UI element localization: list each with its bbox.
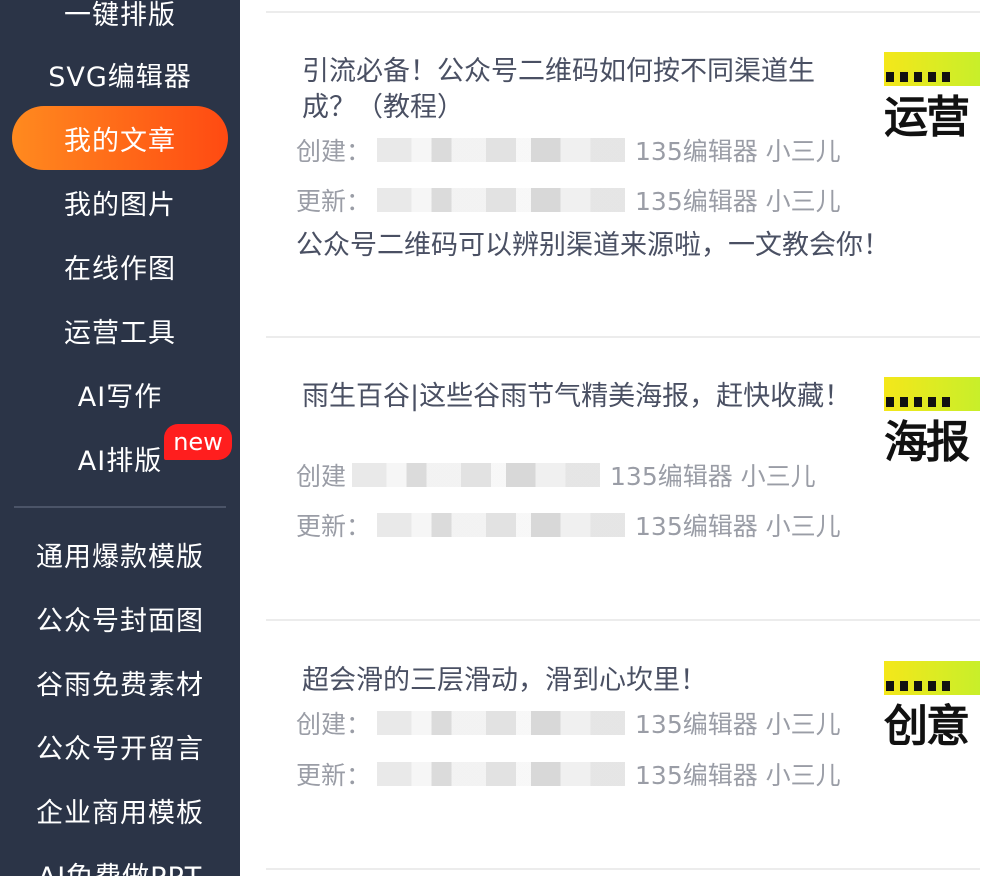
article-title[interactable]: 超会滑的三层滑动，滑到心坎里！ [302,663,862,699]
article-item[interactable]: 雨生百谷|这些谷雨节气精美海报，赶快收藏！ 创建 135编辑器 小三儿 更新： … [266,377,980,577]
list-divider [266,619,980,621]
sidebar-item-my-images[interactable]: 我的图片 [0,174,240,230]
article-created: 创建 135编辑器 小三儿 [296,458,816,492]
sidebar-item-ai-writing[interactable]: AI写作 [0,366,240,422]
article-summary: 公众号二维码可以辨别渠道来源啦，一文教会你！ [296,230,890,261]
article-item[interactable]: 引流必备！公众号二维码如何按不同渠道生成？（教程） 创建： 135编辑器 小三儿… [266,52,980,292]
sidebar-item-label: 一键排版 [64,0,176,31]
article-author: 135编辑器 小三儿 [635,187,841,216]
sidebar-item-label: 我的文章 [64,125,176,157]
blurred-date [377,138,626,162]
thumbnail-text: 运营 [884,92,970,143]
thumbnail-text: 创意 [884,701,970,752]
sidebar-item-label: AI免费做PPT [38,855,203,876]
blurred-date [377,513,626,537]
updated-label: 更新： [296,761,372,790]
article-updated: 更新： 135编辑器 小三儿 [296,183,841,217]
article-title[interactable]: 引流必备！公众号二维码如何按不同渠道生成？（教程） [302,54,862,126]
article-updated: 更新： 135编辑器 小三儿 [296,508,841,542]
article-author: 135编辑器 小三儿 [635,137,841,166]
list-divider [266,868,980,870]
article-title[interactable]: 雨生百谷|这些谷雨节气精美海报，赶快收藏！ [302,379,862,415]
thumbnail-text: 海报 [884,417,970,468]
blurred-date [377,711,626,735]
updated-label: 更新： [296,187,372,216]
sidebar-item-operation-tools[interactable]: 运营工具 [0,302,240,358]
article-author: 135编辑器 小三儿 [635,512,841,541]
list-divider [266,336,980,338]
sidebar-item-label: 谷雨免费素材 [36,669,204,701]
sidebar-item-popular-templates[interactable]: 通用爆款模版 [0,526,240,582]
article-author: 135编辑器 小三儿 [610,462,816,491]
sidebar: 一键排版 SVG编辑器 我的文章 我的图片 在线作图 运营工具 AI写作 AI排… [0,0,240,876]
blurred-date [377,188,626,212]
created-label: 创建 [296,462,347,491]
sidebar-item-online-drawing[interactable]: 在线作图 [0,238,240,294]
article-updated: 更新： 135编辑器 小三儿 [296,757,841,791]
sidebar-item-svg-editor[interactable]: SVG编辑器 [0,46,240,102]
sidebar-item-ai-ppt[interactable]: AI免费做PPT [0,846,240,876]
article-thumbnail[interactable]: 创意 [884,661,980,759]
sidebar-item-open-comments[interactable]: 公众号开留言 [0,718,240,774]
updated-label: 更新： [296,512,372,541]
sidebar-item-cover-image[interactable]: 公众号封面图 [0,590,240,646]
article-thumbnail[interactable]: 海报 [884,377,980,475]
article-author: 135编辑器 小三儿 [635,761,841,790]
sidebar-item-my-articles[interactable]: 我的文章 [12,106,228,170]
sidebar-item-label: 通用爆款模版 [36,541,204,573]
sidebar-item-label: SVG编辑器 [48,61,192,93]
created-label: 创建： [296,137,372,166]
article-created: 创建： 135编辑器 小三儿 [296,706,841,740]
sidebar-item-label: 我的图片 [64,189,176,221]
blurred-date [377,762,626,786]
sidebar-item-label: 运营工具 [64,317,176,349]
list-divider [266,11,980,13]
article-created: 创建： 135编辑器 小三儿 [296,133,841,167]
sidebar-item-guyu-materials[interactable]: 谷雨免费素材 [0,654,240,710]
sidebar-item-label: AI排版 [77,445,163,477]
sidebar-item-label: 企业商用模板 [36,797,204,829]
sidebar-item-one-click-layout[interactable]: 一键排版 [0,0,240,40]
sidebar-item-business-templates[interactable]: 企业商用模板 [0,782,240,838]
sidebar-item-label: 公众号开留言 [36,733,204,765]
blurred-date [352,463,601,487]
sidebar-item-label: 在线作图 [64,253,176,285]
created-label: 创建： [296,710,372,739]
sidebar-item-label: 公众号封面图 [36,605,204,637]
article-thumbnail[interactable]: 运营 [884,52,980,150]
article-item[interactable]: 超会滑的三层滑动，滑到心坎里！ 创建： 135编辑器 小三儿 更新： 135编辑… [266,661,980,821]
new-badge: new [164,424,232,460]
article-author: 135编辑器 小三儿 [635,710,841,739]
sidebar-item-label: AI写作 [77,381,163,413]
sidebar-divider [14,506,226,508]
